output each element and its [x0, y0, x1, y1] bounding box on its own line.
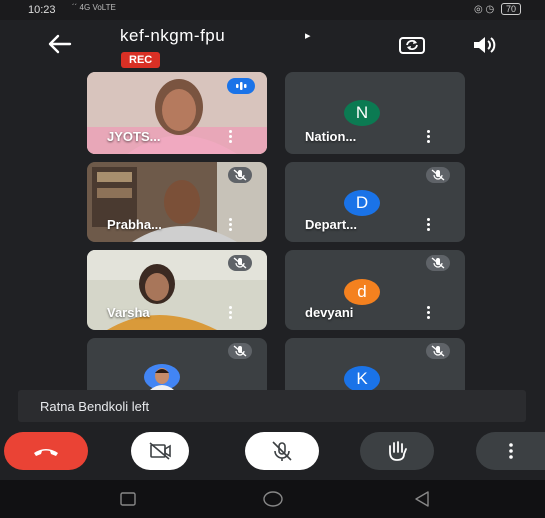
avatar: N [344, 100, 380, 126]
more-options-icon[interactable] [229, 130, 233, 144]
camera-off-icon [149, 442, 171, 460]
participant-name: Depart... [305, 217, 358, 232]
participant-name: Prabha... [107, 217, 162, 232]
home-icon[interactable] [262, 489, 284, 509]
participant-name: JYOTS... [107, 129, 161, 144]
meeting-code[interactable]: kef-nkgm-fpu [120, 26, 225, 46]
recording-badge: REC [121, 52, 161, 68]
more-options-button[interactable] [476, 432, 545, 470]
participant-tile[interactable]: K [285, 338, 465, 390]
speaker-icon[interactable] [471, 35, 497, 55]
switch-camera-icon[interactable] [398, 34, 426, 56]
back-arrow-icon[interactable] [46, 32, 72, 56]
participant-tile[interactable]: JYOTS... [87, 72, 267, 154]
back-nav-icon[interactable] [412, 489, 432, 509]
alarm-icon: ◎ ◷ [473, 4, 495, 15]
raise-hand-button[interactable] [360, 432, 434, 470]
end-call-button[interactable] [4, 432, 88, 470]
speaking-badge [227, 78, 255, 94]
participant-name: Nation... [305, 129, 357, 144]
participant-name: devyani [305, 305, 354, 320]
muted-badge [228, 343, 252, 359]
hang-up-icon [34, 449, 58, 456]
more-options-icon[interactable] [427, 218, 431, 232]
participant-tile[interactable]: N Nation... [285, 72, 465, 154]
battery-icon: 70 [500, 3, 521, 15]
more-options-icon[interactable] [229, 218, 233, 232]
audio-level-icon [236, 82, 247, 90]
system-navigation-bar [0, 480, 545, 518]
muted-badge [228, 167, 252, 183]
status-bar: 10:23 ´´ 4G VoLTE ◎ ◷ 70 [0, 0, 545, 20]
camera-toggle-button[interactable] [131, 432, 189, 470]
avatar: d [344, 279, 380, 305]
more-options-icon[interactable] [427, 130, 431, 144]
mic-off-icon [233, 169, 247, 181]
muted-badge [426, 255, 450, 271]
participant-tile[interactable]: Varsha [87, 250, 267, 330]
notification-text: Ratna Bendkoli left [40, 399, 150, 414]
avatar: K [344, 366, 380, 390]
participant-tile[interactable]: Prabha... [87, 162, 267, 242]
mic-off-icon [431, 257, 445, 269]
avatar: D [344, 190, 380, 216]
profile-photo [144, 364, 180, 390]
mic-off-icon [431, 169, 445, 181]
status-right: ◎ ◷ 70 [474, 3, 521, 15]
participant-tile[interactable]: d devyani [285, 250, 465, 330]
mic-off-icon [272, 441, 292, 461]
participant-left-notification: Ratna Bendkoli left [18, 390, 526, 422]
muted-badge [426, 167, 450, 183]
meeting-details-caret-icon[interactable]: ▸ [305, 29, 311, 42]
meet-screen: 10:23 ´´ 4G VoLTE ◎ ◷ 70 kef-nkgm-fpu ▸ … [0, 0, 545, 518]
more-options-icon[interactable] [229, 306, 233, 320]
participant-name: Varsha [107, 305, 150, 320]
muted-badge [228, 255, 252, 271]
participant-tile[interactable]: D Depart... [285, 162, 465, 242]
muted-badge [426, 343, 450, 359]
call-header: kef-nkgm-fpu ▸ REC [0, 20, 545, 72]
call-controls [0, 430, 545, 478]
hand-icon [389, 441, 407, 461]
mic-off-icon [431, 345, 445, 357]
more-vert-icon [509, 443, 513, 459]
participant-tile[interactable] [87, 338, 267, 390]
status-time: 10:23 [28, 4, 56, 16]
recent-apps-icon[interactable] [118, 490, 138, 508]
mic-toggle-button[interactable] [245, 432, 319, 470]
mic-off-icon [233, 345, 247, 357]
more-options-icon[interactable] [427, 306, 431, 320]
signal-indicator: ´´ 4G VoLTE [72, 3, 116, 12]
mic-off-icon [233, 257, 247, 269]
